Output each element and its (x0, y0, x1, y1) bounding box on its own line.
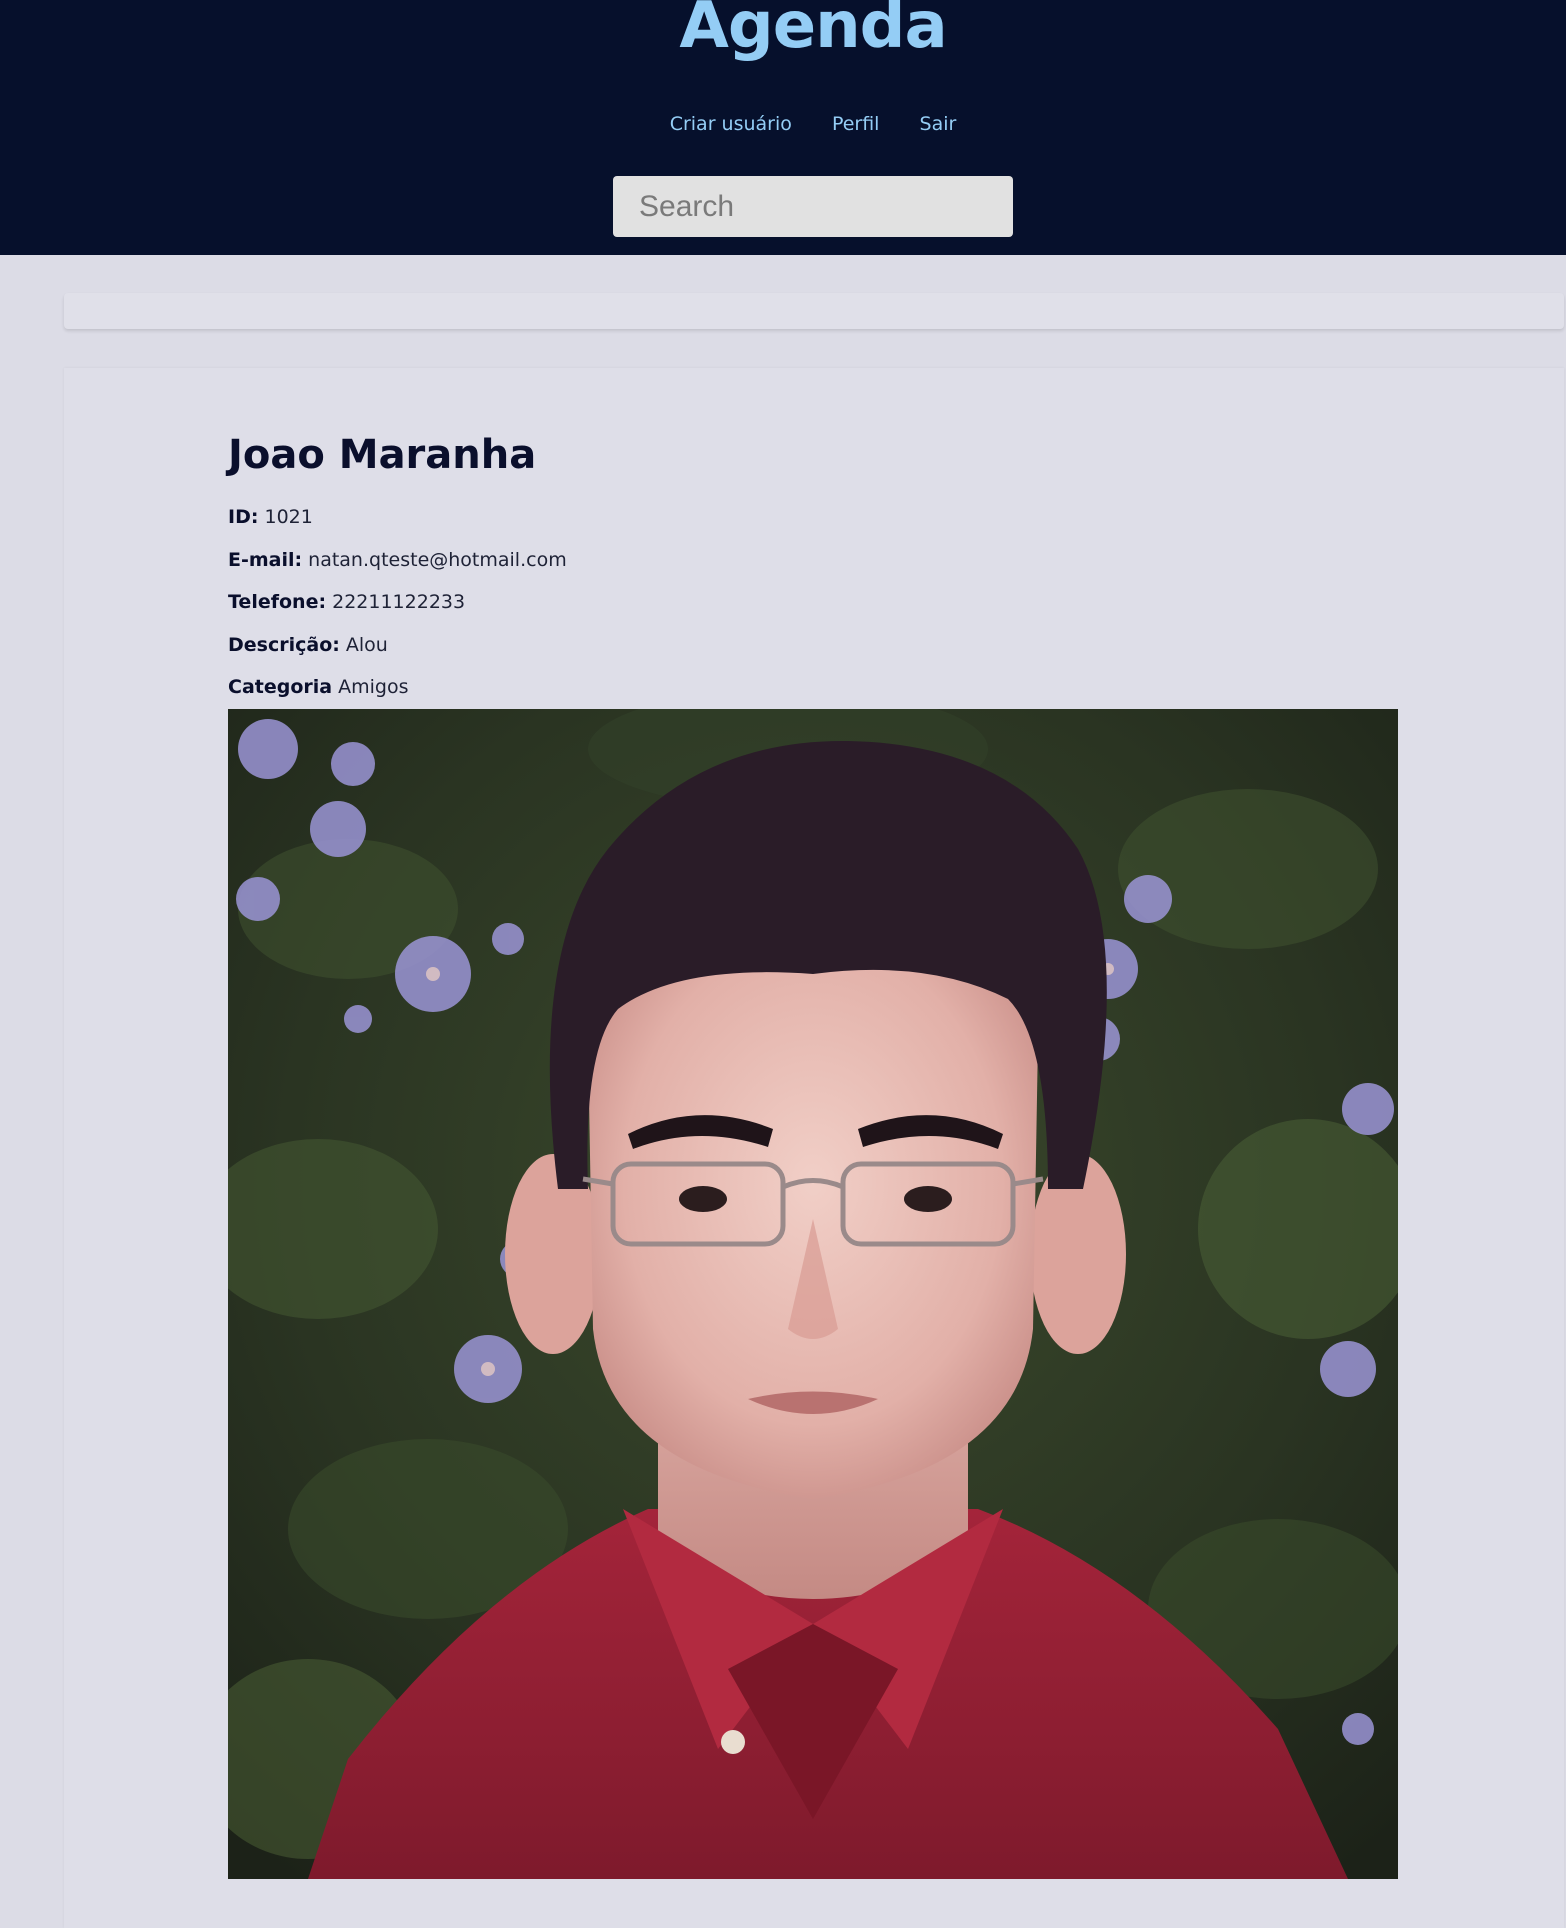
search-input[interactable] (613, 176, 1013, 237)
contact-details: Joao Maranha ID: 1021 E-mail: natan.qtes… (228, 425, 1398, 709)
contact-id-label: ID: (228, 506, 259, 528)
contact-description-label: Descrição: (228, 633, 340, 656)
nav-link-logout[interactable]: Sair (920, 113, 957, 135)
nav-link-create-user[interactable]: Criar usuário (670, 113, 792, 135)
contact-id-row: ID: 1021 (228, 496, 1398, 539)
contact-email-value: natan.qteste@hotmail.com (308, 548, 567, 571)
contact-email-row: E-mail: natan.qteste@hotmail.com (228, 539, 1398, 582)
contact-phone-label: Telefone: (228, 591, 327, 613)
contact-id-value: 1021 (264, 506, 313, 528)
main-nav: Criar usuário Perfil Sair (0, 110, 1566, 138)
app-title: Agenda (679, 0, 947, 63)
contact-category-value: Amigos (338, 676, 409, 698)
nav-link-profile[interactable]: Perfil (832, 113, 880, 135)
contact-description-value: Alou (345, 633, 388, 656)
message-bar (64, 293, 1564, 329)
contact-email-label: E-mail: (228, 548, 303, 571)
contact-phone-value: 22211122233 (332, 591, 466, 613)
contact-photo (228, 709, 1398, 1879)
contact-phone-row: Telefone: 22211122233 (228, 581, 1398, 624)
contact-description-row: Descrição: Alou (228, 624, 1398, 667)
contact-category-row: Categoria Amigos (228, 666, 1398, 709)
portrait-photo (228, 709, 1398, 1879)
app-header: Agenda Criar usuário Perfil Sair (0, 0, 1566, 255)
contact-category-label: Categoria (228, 676, 333, 698)
contact-name: Joao Maranha (228, 432, 537, 478)
